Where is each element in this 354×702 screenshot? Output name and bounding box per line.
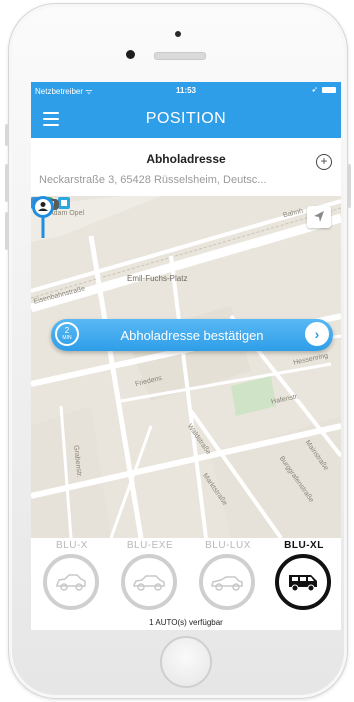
business-car-icon xyxy=(133,575,165,591)
pickup-address-panel: Abholadresse + Neckarstraße 3, 65428 Rüs… xyxy=(31,138,341,197)
eta-badge: 2 MIN xyxy=(55,322,79,346)
battery-icon xyxy=(322,87,336,93)
add-circle-icon[interactable]: + xyxy=(316,154,332,170)
vehicle-circle xyxy=(275,554,331,610)
vehicle-circle xyxy=(43,554,99,610)
home-button[interactable] xyxy=(160,636,212,688)
vehicle-label: BLU-XL xyxy=(284,540,324,551)
pickup-address-field[interactable]: Neckarstraße 3, 65428 Rüsselsheim, Deuts… xyxy=(39,174,311,186)
vehicle-option-blu-lux[interactable]: BLU-LUX xyxy=(191,538,265,618)
eta-unit: MIN xyxy=(62,335,72,341)
map-view[interactable]: Adam Opel Bahnh Eisenbahnstraße Emil-Fuc… xyxy=(31,196,341,538)
vehicle-label: BLU-X xyxy=(56,540,88,551)
pickup-pin-icon[interactable] xyxy=(31,196,55,240)
vehicle-option-blu-x[interactable]: BLU-X xyxy=(35,538,109,618)
app-screen: Netzbetreiber ᯤ 11:53 ➶ POSITION Abholad… xyxy=(31,82,341,630)
vehicle-label: BLU-EXE xyxy=(126,540,174,551)
van-icon xyxy=(289,575,317,592)
vehicle-circle xyxy=(199,554,255,610)
vehicle-option-blu-exe[interactable]: BLU-EXE xyxy=(113,538,187,618)
confirm-pickup-label: Abholadresse bestätigen xyxy=(120,328,264,343)
sedan-car-icon xyxy=(56,574,86,591)
volume-up-button xyxy=(5,164,8,202)
luxury-car-icon xyxy=(211,576,243,591)
confirm-pickup-button[interactable]: 2 MIN Abholadresse bestätigen › xyxy=(51,319,333,351)
chevron-right-icon: › xyxy=(305,322,329,346)
pickup-address-label: Abholadresse xyxy=(146,152,226,166)
vehicle-circle xyxy=(121,554,177,610)
map-roads xyxy=(31,196,341,538)
page-title: POSITION xyxy=(145,110,227,127)
vehicle-selector: BLU-X BLU-EXE BLU-LUX BLU-XL 1 AUTO(s) v… xyxy=(31,538,341,630)
clock: 11:53 xyxy=(175,86,197,95)
eta-value: 2 xyxy=(64,326,70,335)
location-services-icon: ➶ xyxy=(311,85,318,94)
status-bar: Netzbetreiber ᯤ 11:53 ➶ xyxy=(31,82,341,100)
vehicle-label: BLU-LUX xyxy=(205,540,251,551)
vehicle-option-blu-xl[interactable]: BLU-XL xyxy=(267,538,341,618)
locate-me-button[interactable] xyxy=(307,206,331,228)
availability-text: 1 AUTO(s) verfügbar xyxy=(149,618,223,627)
place-label: Emil-Fuchs-Platz xyxy=(127,274,188,283)
earpiece-speaker xyxy=(154,52,206,60)
power-button xyxy=(348,164,351,208)
mute-switch xyxy=(5,124,8,146)
nav-bar: POSITION xyxy=(31,100,341,138)
phone-frame: Netzbetreiber ᯤ 11:53 ➶ POSITION Abholad… xyxy=(5,3,351,699)
volume-down-button xyxy=(5,212,8,250)
front-camera xyxy=(126,50,135,59)
front-sensor xyxy=(175,31,181,37)
navigation-arrow-icon xyxy=(314,211,324,222)
